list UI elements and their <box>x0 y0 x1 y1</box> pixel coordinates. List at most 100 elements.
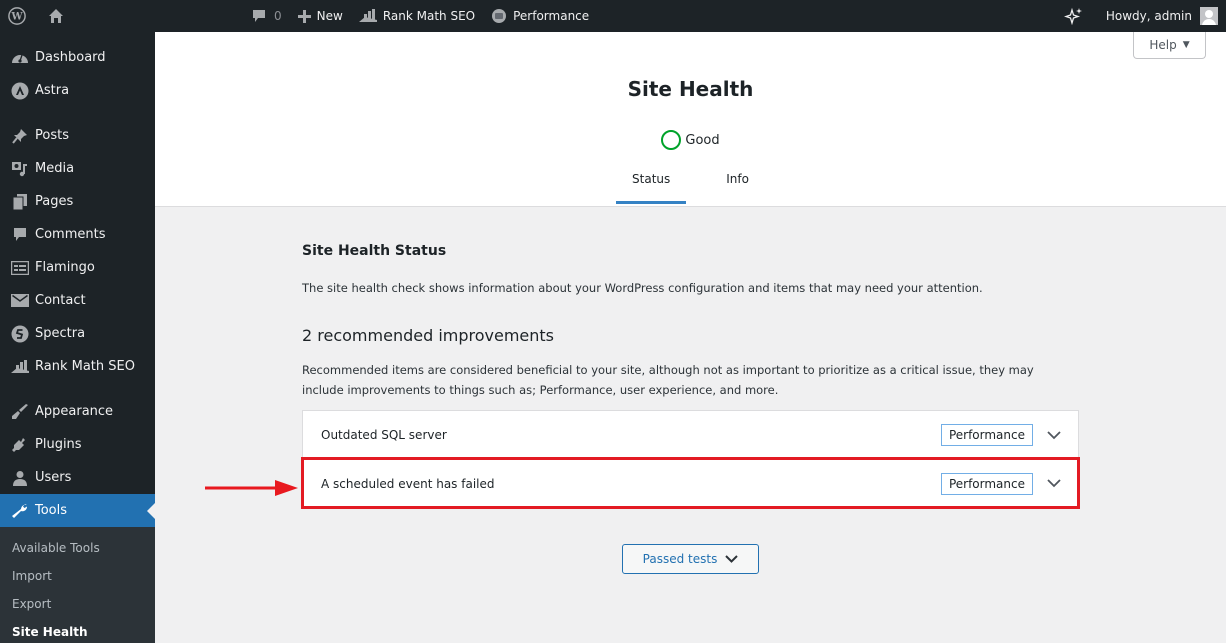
howdy-label: Howdy, admin <box>1105 9 1192 23</box>
sidebar-item-spectra[interactable]: Spectra <box>0 317 155 350</box>
sidebar-item-flamingo[interactable]: Flamingo <box>0 251 155 284</box>
performance-label: Performance <box>513 9 590 23</box>
main-content: Help ▼ Site Health Good Status Info Site… <box>155 32 1226 643</box>
sidebar-item-astra[interactable]: Astra <box>0 74 155 107</box>
submenu-site-health[interactable]: Site Health <box>0 618 155 643</box>
user-icon <box>10 468 30 488</box>
issue-title: Outdated SQL server <box>321 428 447 442</box>
improvements-description: Recommended items are considered benefic… <box>302 363 1034 397</box>
section-description: The site health check shows information … <box>302 281 983 295</box>
sidebar-item-media[interactable]: Media <box>0 152 155 185</box>
issue-row-highlighted[interactable]: A scheduled event has failed Performance <box>301 457 1080 509</box>
tab-status[interactable]: Status <box>616 168 687 204</box>
sidebar-item-plugins[interactable]: Plugins <box>0 428 155 461</box>
rankmath-label: Rank Math SEO <box>382 9 476 23</box>
home-icon <box>48 8 64 24</box>
flamingo-icon <box>10 258 30 278</box>
dashboard-icon <box>10 48 30 68</box>
site-health-header: Help ▼ Site Health Good Status Info <box>155 32 1226 207</box>
chevron-down-icon[interactable] <box>1046 427 1062 443</box>
wordpress-logo-button[interactable]: W <box>0 0 40 32</box>
sidebar-item-contact[interactable]: Contact <box>0 284 155 317</box>
envelope-icon <box>10 291 30 311</box>
astra-icon <box>10 81 30 101</box>
issue-row[interactable]: Outdated SQL server Performance <box>303 411 1078 459</box>
comment-icon <box>10 225 30 245</box>
new-content-button[interactable]: New <box>290 0 351 32</box>
sidebar-item-label: Tools <box>35 503 68 518</box>
sidebar-item-label: Pages <box>35 194 74 209</box>
sidebar-item-posts[interactable]: Posts <box>0 119 155 152</box>
sidebar-item-label: Comments <box>35 227 106 242</box>
sidebar-item-label: Astra <box>35 83 70 98</box>
sidebar-item-label: Media <box>35 161 75 176</box>
sidebar-item-label: Contact <box>35 293 86 308</box>
sidebar-item-dashboard[interactable]: Dashboard <box>0 41 155 74</box>
sidebar-item-label: Posts <box>35 128 69 143</box>
health-progress-ring-icon <box>661 130 682 150</box>
issues-list: Outdated SQL server Performance A schedu… <box>301 410 1080 509</box>
media-icon <box>10 159 30 179</box>
plus-icon <box>297 9 311 23</box>
admin-bar: W 0 New Rank Math SEO Performance Howdy,… <box>0 0 1226 32</box>
chevron-down-icon <box>725 552 739 566</box>
svg-text:W: W <box>10 12 23 23</box>
wordpress-logo-icon: W <box>8 7 26 25</box>
site-health-tabs: Status Info <box>155 168 1226 204</box>
submenu-export[interactable]: Export <box>0 590 155 618</box>
plug-icon <box>10 435 30 455</box>
sidebar-item-appearance[interactable]: Appearance <box>0 395 155 428</box>
caret-down-icon: ▼ <box>1182 40 1190 50</box>
health-status-label: Good <box>685 132 720 148</box>
section-title: Site Health Status <box>302 243 447 259</box>
sparkle-icon <box>1063 7 1084 25</box>
my-account-button[interactable]: Howdy, admin <box>1098 0 1226 32</box>
performance-icon <box>491 8 507 24</box>
passed-tests-button[interactable]: Passed tests <box>621 544 760 574</box>
admin-sidebar: Dashboard Astra Posts Media Pages Commen… <box>0 32 155 643</box>
pin-icon <box>10 126 30 146</box>
site-health-body: Site Health Status The site health check… <box>301 207 1080 574</box>
issue-title: A scheduled event has failed <box>321 476 495 491</box>
issue-badge: Performance <box>940 472 1033 495</box>
annotation-arrow-icon <box>205 480 298 496</box>
submenu-available-tools[interactable]: Available Tools <box>0 534 155 562</box>
performance-button[interactable]: Performance <box>483 0 597 32</box>
comments-button[interactable]: 0 <box>244 0 290 32</box>
rankmath-icon <box>358 9 377 23</box>
issue-badge: Performance <box>940 424 1033 446</box>
health-status: Good <box>155 130 1226 150</box>
sidebar-item-label: Rank Math SEO <box>35 359 135 374</box>
rankmath-button[interactable]: Rank Math SEO <box>351 0 483 32</box>
spectra-icon <box>10 324 30 344</box>
avatar <box>1200 7 1218 25</box>
brush-icon <box>10 402 30 422</box>
site-home-button[interactable] <box>40 0 78 32</box>
sidebar-item-label: Appearance <box>35 404 114 419</box>
sidebar-item-label: Dashboard <box>35 50 106 65</box>
passed-tests-label: Passed tests <box>642 552 718 566</box>
sidebar-item-label: Plugins <box>35 437 82 452</box>
page-title: Site Health <box>627 77 754 101</box>
sidebar-item-label: Spectra <box>35 326 86 341</box>
submenu-import[interactable]: Import <box>0 562 155 590</box>
pages-icon <box>10 192 30 212</box>
sidebar-item-tools[interactable]: Tools <box>0 494 155 527</box>
comments-count: 0 <box>274 9 282 23</box>
wrench-icon <box>10 501 30 521</box>
sidebar-item-rank-math-seo[interactable]: Rank Math SEO <box>0 350 155 383</box>
sidebar-item-label: Flamingo <box>35 260 95 275</box>
help-button[interactable]: Help ▼ <box>1133 32 1206 59</box>
sidebar-item-pages[interactable]: Pages <box>0 185 155 218</box>
tools-submenu: Available Tools Import Export Site Healt… <box>0 527 155 643</box>
sidebar-item-label: Users <box>35 470 72 485</box>
comment-icon <box>252 9 266 23</box>
chevron-down-icon[interactable] <box>1046 476 1062 492</box>
tab-info[interactable]: Info <box>710 168 765 204</box>
sidebar-item-users[interactable]: Users <box>0 461 155 494</box>
new-label: New <box>316 9 343 23</box>
ai-assistant-button[interactable] <box>1056 0 1098 32</box>
sidebar-item-comments[interactable]: Comments <box>0 218 155 251</box>
rankmath-icon <box>10 357 30 377</box>
improvements-title: 2 recommended improvements <box>302 326 555 345</box>
